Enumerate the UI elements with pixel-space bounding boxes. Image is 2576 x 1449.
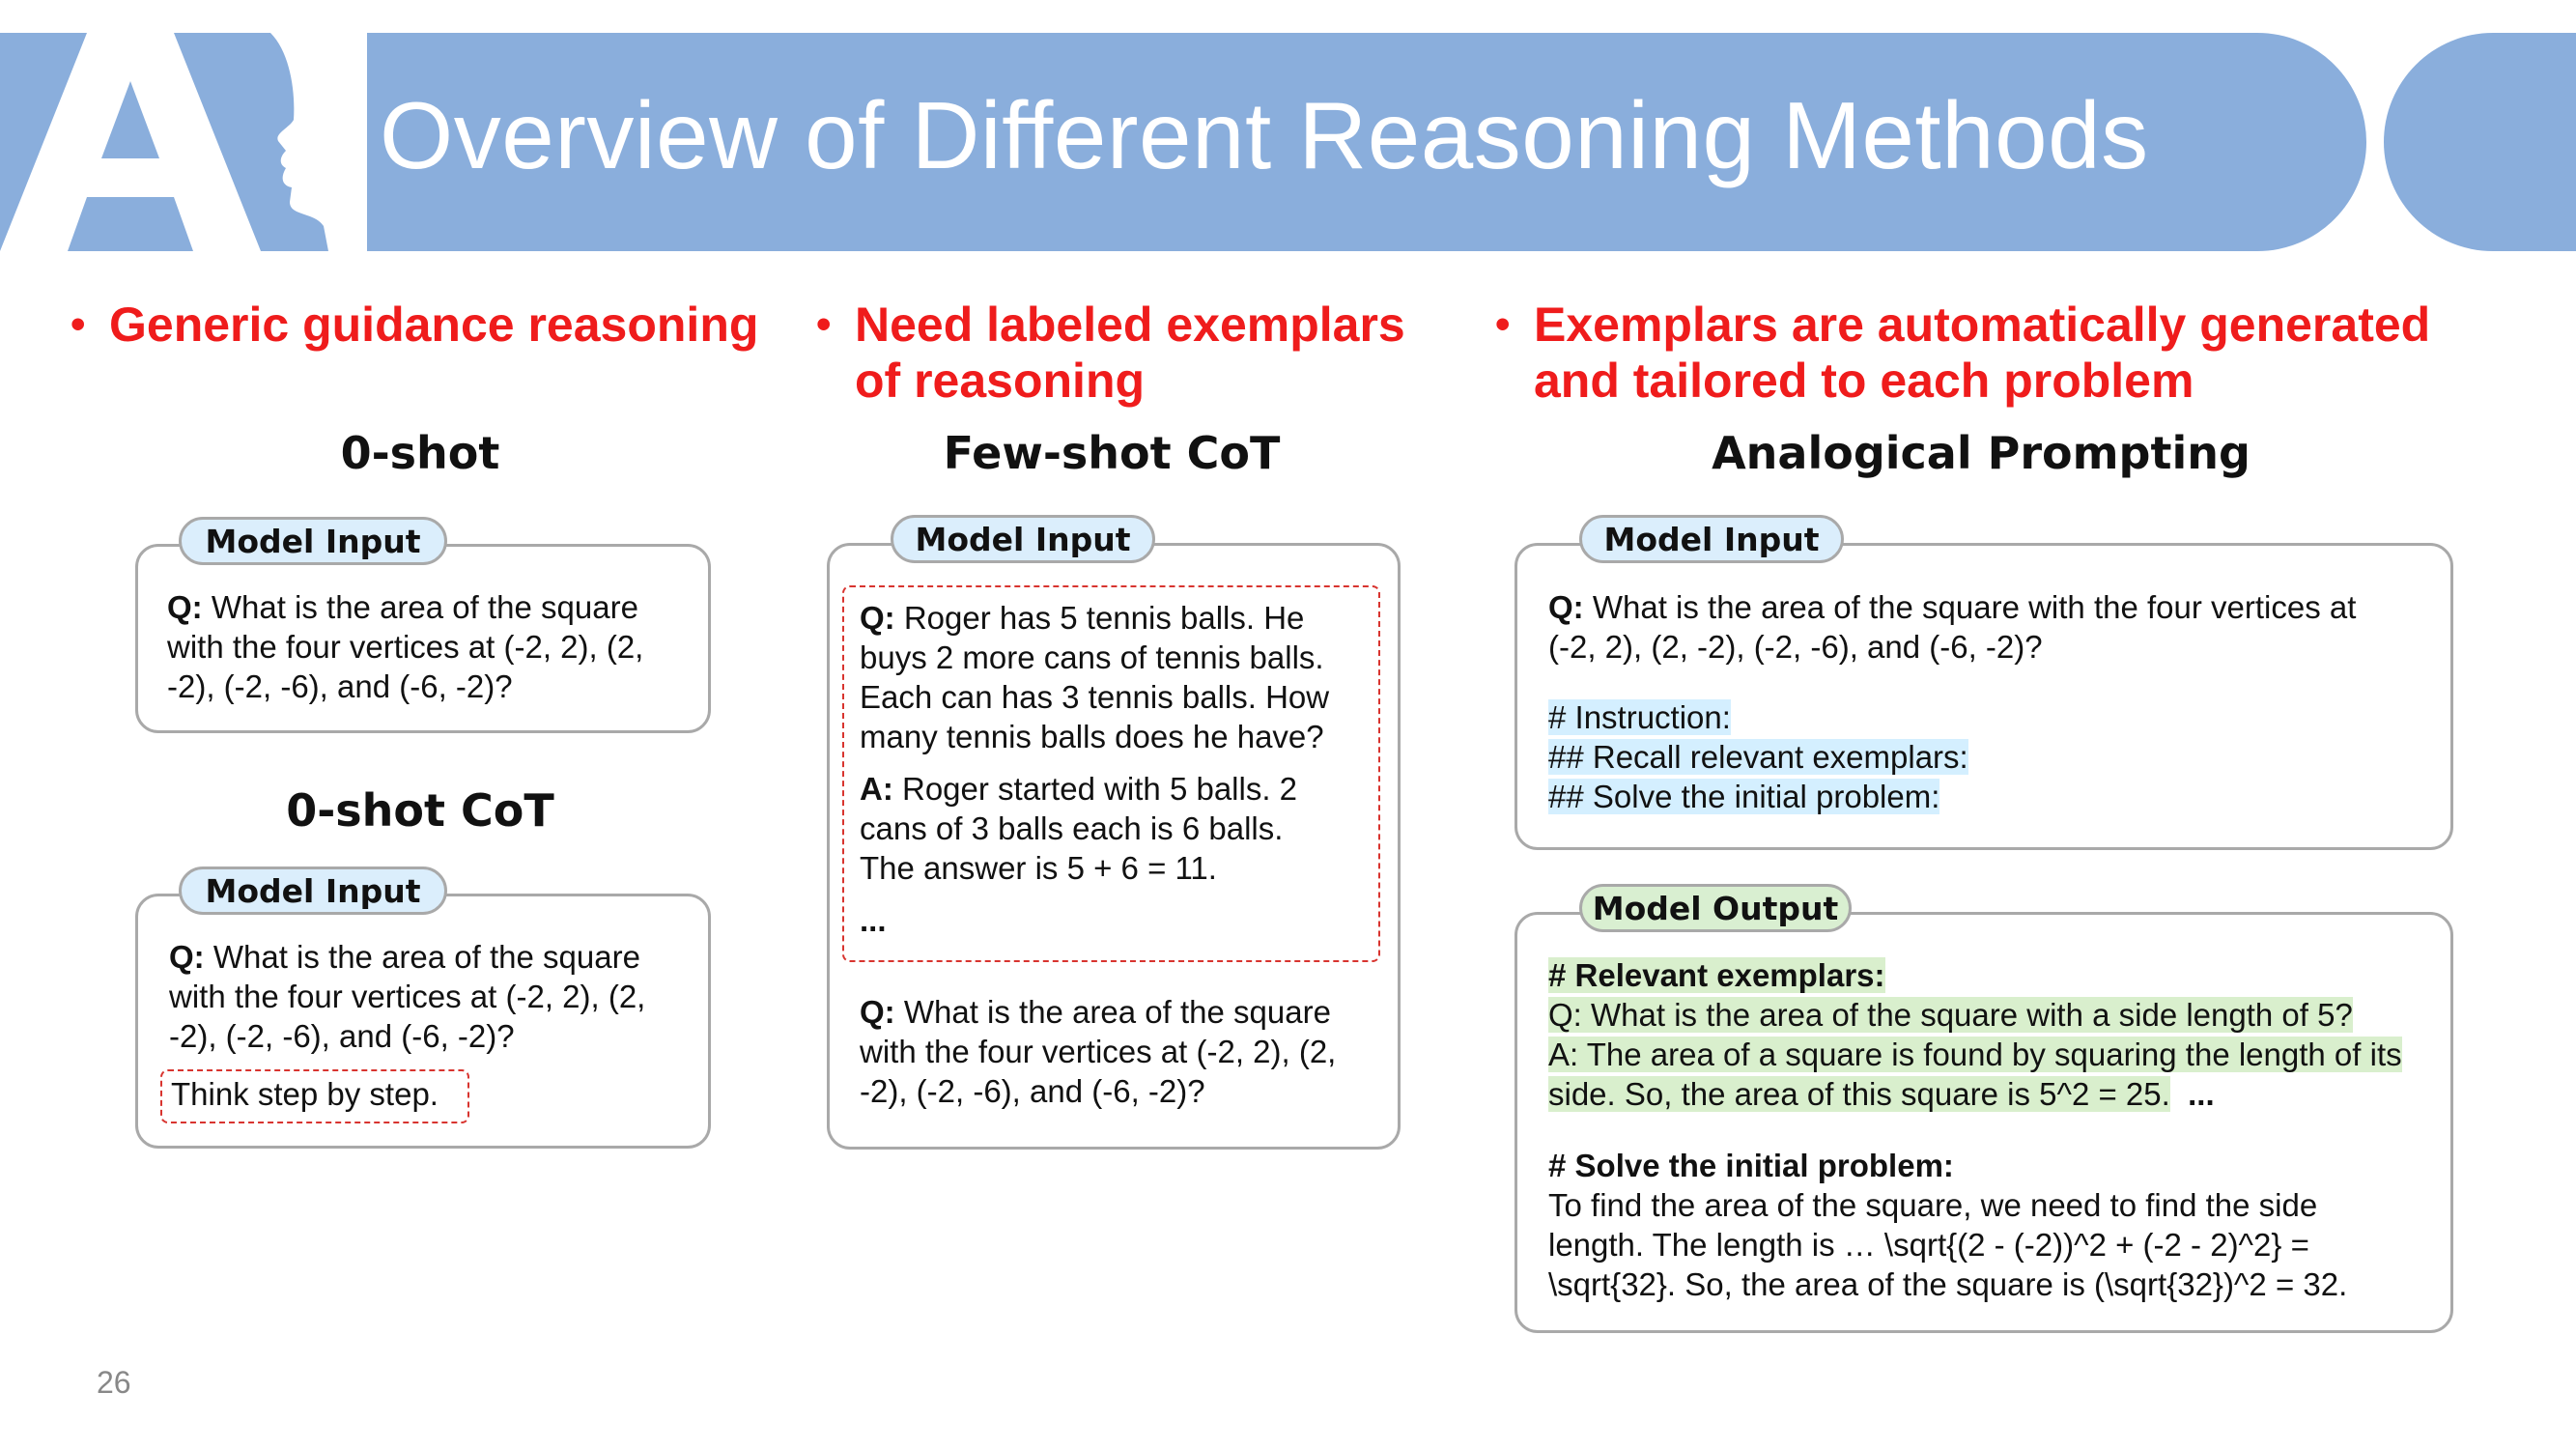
answer-label: A:	[860, 771, 893, 807]
solve-line: length. The length is … \sqrt{(2 - (-2))…	[1548, 1227, 2309, 1263]
question-line: with the four vertices at (-2, 2), (2,	[860, 1034, 1337, 1069]
bullet-labeled-exemplars: • Need labeled exemplars of reasoning	[816, 297, 1405, 409]
model-input-tag: Model Input	[179, 867, 447, 915]
question-line: -2), (-2, -6), and (-6, -2)?	[169, 1018, 515, 1054]
column-title-analogical-prompting: Analogical Prompting	[1712, 427, 2250, 479]
exemplar-ellipsis: ...	[2188, 1076, 2215, 1112]
exemplar-ellipsis: ...	[860, 902, 887, 938]
bullet-text: of reasoning	[855, 354, 1146, 408]
model-output-tag: Model Output	[1579, 884, 1852, 932]
question-line: What is the area of the square	[212, 939, 640, 975]
exemplar-line: cans of 3 balls each is 6 balls.	[860, 810, 1284, 846]
bullet-text: Need labeled exemplars	[855, 298, 1405, 352]
ai-logo	[0, 33, 367, 251]
instruction-line: ## Recall relevant exemplars:	[1548, 739, 1968, 775]
column-title-0-shot: 0-shot	[340, 427, 500, 479]
question-label: Q:	[167, 589, 203, 625]
instruction-line: ## Solve the initial problem:	[1548, 779, 1940, 814]
solve-heading: # Solve the initial problem:	[1548, 1148, 1954, 1183]
bullet-text: Exemplars are automatically generated	[1534, 298, 2431, 352]
banner-right-decoration	[2384, 33, 2576, 251]
question-label: Q:	[860, 994, 895, 1030]
solve-line: \sqrt{32}. So, the area of the square is…	[1548, 1266, 2348, 1302]
exemplars-heading: # Relevant exemplars:	[1548, 957, 1885, 993]
exemplar-question: Q: Roger has 5 tennis balls. He buys 2 m…	[860, 598, 1329, 756]
column-title-few-shot-cot: Few-shot CoT	[943, 427, 1281, 479]
question-line: What is the area of the square with the …	[1592, 589, 2357, 625]
bullet-text: and tailored to each problem	[1534, 354, 2194, 408]
exemplar-line: Roger started with 5 balls. 2	[902, 771, 1298, 807]
question-label: Q:	[1548, 589, 1584, 625]
bullet-dot: •	[816, 300, 832, 348]
solve-line: To find the area of the square, we need …	[1548, 1187, 2318, 1223]
exemplar-answer: A: Roger started with 5 balls. 2 cans of…	[860, 769, 1297, 888]
bullet-dot: •	[71, 300, 86, 348]
solve-block: # Solve the initial problem: To find the…	[1548, 1146, 2347, 1304]
exemplar-line: buys 2 more cans of tennis balls.	[860, 639, 1324, 675]
exemplar-line: many tennis balls does he have?	[860, 719, 1324, 754]
question-label: Q:	[860, 600, 895, 636]
question-line: (-2, 2), (2, -2), (-2, -6), and (-6, -2)…	[1548, 629, 2043, 665]
bullet-dot: •	[1495, 300, 1511, 348]
question-text: Q: What is the area of the square with t…	[167, 587, 643, 706]
question-text: Q: What is the area of the square with t…	[1548, 587, 2356, 667]
page-number: 26	[97, 1365, 131, 1400]
exemplar-line: side. So, the area of this square is 5^2…	[1548, 1076, 2170, 1112]
slide-title: Overview of Different Reasoning Methods	[380, 82, 2149, 188]
exemplar-line: Each can has 3 tennis balls. How	[860, 679, 1330, 715]
column-subtitle-0-shot-cot: 0-shot CoT	[286, 784, 554, 837]
relevant-exemplars-block: # Relevant exemplars: Q: What is the are…	[1548, 955, 2402, 1114]
question-line: What is the area of the square	[211, 589, 638, 625]
bullet-generic-guidance: • Generic guidance reasoning	[71, 297, 759, 353]
bullet-auto-exemplars: • Exemplars are automatically generated …	[1495, 297, 2431, 409]
instruction-block: # Instruction: ## Recall relevant exempl…	[1548, 697, 1968, 816]
model-input-tag: Model Input	[891, 515, 1155, 563]
exemplar-line: Roger has 5 tennis balls. He	[903, 600, 1305, 636]
question-text: Q: What is the area of the square with t…	[860, 992, 1336, 1111]
question-line: -2), (-2, -6), and (-6, -2)?	[860, 1073, 1205, 1109]
question-line: with the four vertices at (-2, 2), (2,	[167, 629, 644, 665]
bullet-text: Generic guidance reasoning	[109, 298, 759, 352]
model-input-tag: Model Input	[1579, 515, 1844, 563]
instruction-line: # Instruction:	[1548, 699, 1731, 735]
exemplar-line: Q: What is the area of the square with a…	[1548, 997, 2353, 1033]
question-text: Q: What is the area of the square with t…	[169, 937, 645, 1056]
model-input-tag: Model Input	[179, 517, 447, 565]
exemplar-line: The answer is 5 + 6 = 11.	[860, 850, 1217, 886]
question-label: Q:	[169, 939, 205, 975]
think-step-instruction: Think step by step.	[171, 1076, 439, 1112]
question-line: What is the area of the square	[903, 994, 1331, 1030]
question-line: with the four vertices at (-2, 2), (2,	[169, 979, 646, 1014]
question-line: -2), (-2, -6), and (-6, -2)?	[167, 668, 513, 704]
exemplar-line: A: The area of a square is found by squa…	[1548, 1037, 2402, 1072]
